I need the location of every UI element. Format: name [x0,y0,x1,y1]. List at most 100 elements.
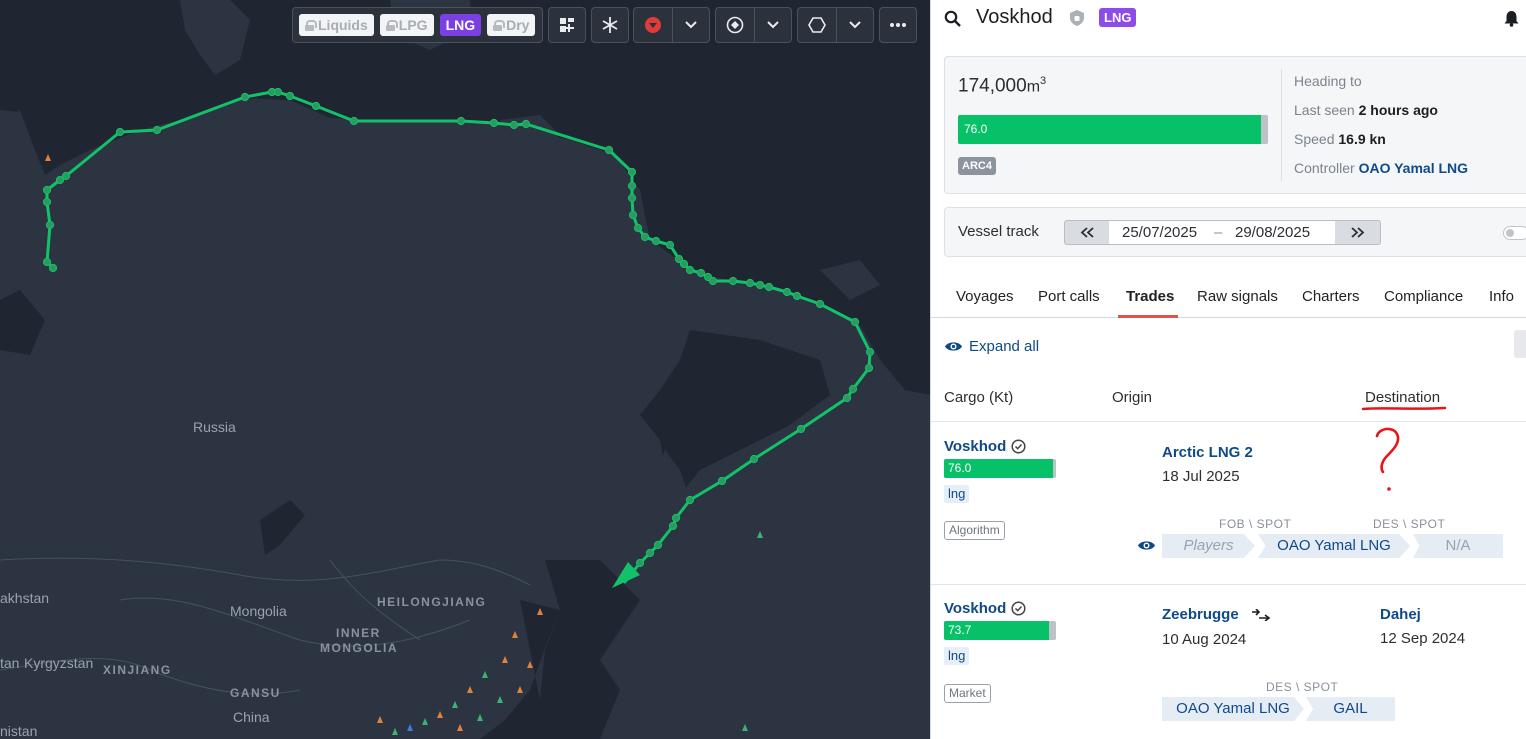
party-buyer[interactable]: N/A [1413,534,1503,558]
tab-trades[interactable]: Trades [1126,288,1174,305]
track-point[interactable] [696,268,706,278]
chip-lpg[interactable]: LPG [379,14,434,36]
date-from[interactable]: 25/07/2025 [1122,221,1197,244]
side-tab[interactable] [1514,330,1526,358]
expand-all-button[interactable]: Expand all [944,336,1039,356]
track-point[interactable] [651,236,661,246]
zone-chevron[interactable] [835,8,873,42]
tab-raw-signals[interactable]: Raw signals [1197,288,1278,305]
track-point[interactable] [489,118,499,128]
track-point[interactable] [749,454,759,464]
track-point[interactable] [240,92,250,102]
eye-icon[interactable] [1137,539,1156,552]
origin-port[interactable]: Arctic LNG 2 [1162,444,1253,461]
col-cargo[interactable]: Cargo (Kt) [944,389,1013,406]
tab-charters[interactable]: Charters [1302,288,1360,305]
date-range-field[interactable]: 25/07/2025 – 29/08/2025 [1109,221,1335,244]
chip-dry[interactable]: Dry [487,14,536,36]
track-point[interactable] [671,513,681,523]
more-button[interactable] [879,7,917,43]
date-to[interactable]: 29/08/2025 [1235,221,1310,244]
party-seller[interactable]: OAO Yamal LNG [1162,697,1304,721]
chip-liquids[interactable]: Liquids [299,14,374,36]
track-point[interactable] [604,145,614,155]
target-button[interactable] [717,8,754,42]
next-range-button[interactable] [1335,221,1380,244]
party-players[interactable]: Players [1162,534,1255,558]
tab-info[interactable]: Info [1489,288,1514,305]
track-point[interactable] [745,278,755,288]
track-point[interactable] [42,185,52,195]
track-point[interactable] [728,276,738,286]
target-chevron[interactable] [753,8,791,42]
zone-dropdown[interactable] [797,7,874,43]
marker-chevron[interactable] [671,8,709,42]
tab-compliance[interactable]: Compliance [1384,288,1463,305]
trade-vessel[interactable]: Voskhod [944,438,1026,455]
track-point[interactable] [685,495,695,505]
col-origin[interactable]: Origin [1112,389,1152,406]
track-point[interactable] [635,558,645,568]
party-seller[interactable]: OAO Yamal LNG [1258,534,1410,558]
layers-button[interactable] [548,7,586,43]
marker-dropdown[interactable] [633,7,710,43]
tab-voyages[interactable]: Voyages [956,288,1014,305]
track-point[interactable] [665,240,675,250]
track-point[interactable] [273,87,283,97]
prev-range-button[interactable] [1065,221,1109,244]
track-point[interactable] [685,265,695,275]
track-point[interactable] [633,223,643,233]
track-point[interactable] [864,363,874,373]
track-point[interactable] [521,119,531,129]
track-toggle[interactable] [1503,226,1526,240]
marker-button[interactable] [635,8,672,42]
map-canvas[interactable] [0,0,930,739]
track-point[interactable] [152,125,162,135]
track-point[interactable] [717,476,727,486]
map-view[interactable]: Russia akhstan Mongolia HEILONGJIANG INN… [0,0,930,739]
track-point[interactable] [627,181,637,191]
track-point[interactable] [782,287,792,297]
track-point[interactable] [285,91,295,101]
track-point[interactable] [865,347,875,357]
track-point[interactable] [796,424,806,434]
track-point[interactable] [456,116,466,126]
track-point[interactable] [61,171,71,181]
track-point[interactable] [668,521,678,531]
bell-icon[interactable] [1504,10,1519,27]
track-point[interactable] [848,384,858,394]
track-point[interactable] [45,220,55,230]
origin-port[interactable]: Zeebrugge [1162,606,1239,623]
track-point[interactable] [653,540,663,550]
search-icon[interactable] [944,10,961,27]
track-point[interactable] [627,167,637,177]
track-point[interactable] [679,259,689,269]
zone-button[interactable] [799,8,836,42]
track-point[interactable] [628,210,638,220]
track-point[interactable] [115,127,125,137]
track-point[interactable] [640,232,650,242]
track-point[interactable] [764,282,774,292]
party-buyer[interactable]: GAIL [1306,697,1395,721]
track-point[interactable] [627,193,637,203]
col-destination[interactable]: Destination [1365,389,1440,406]
track-point[interactable] [850,317,860,327]
track-point[interactable] [792,291,802,301]
track-point[interactable] [755,280,765,290]
track-point[interactable] [645,548,655,558]
track-point[interactable] [42,257,52,267]
trade-vessel[interactable]: Voskhod [944,600,1026,617]
track-point[interactable] [708,276,718,286]
tab-port-calls[interactable]: Port calls [1038,288,1100,305]
track-point[interactable] [42,197,52,207]
chip-lng[interactable]: LNG [439,14,482,36]
track-point[interactable] [842,393,852,403]
target-dropdown[interactable] [715,7,792,43]
destination-port[interactable]: Dahej [1380,606,1421,623]
controller-link[interactable]: OAO Yamal LNG [1359,160,1468,176]
track-point[interactable] [311,101,321,111]
track-point[interactable] [815,299,825,309]
track-point[interactable] [48,263,58,273]
ice-button[interactable] [591,7,629,43]
track-point[interactable] [509,120,519,130]
